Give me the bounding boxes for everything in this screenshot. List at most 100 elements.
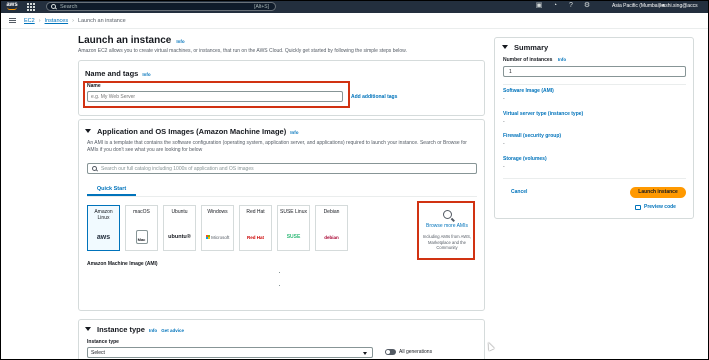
macos-logo-icon: Mac — [130, 229, 153, 245]
software-image-value: - — [503, 96, 505, 102]
loading-dot — [279, 285, 280, 286]
get-advice-link[interactable]: Get advice — [161, 328, 184, 333]
chevron-right-icon: › — [38, 17, 41, 24]
account-menu[interactable]: kashi.sing@accs — [660, 3, 698, 9]
bell-icon[interactable]: ◔ — [551, 2, 559, 10]
caret-down-icon — [85, 327, 91, 331]
instance-type-info-link[interactable]: Info — [149, 328, 157, 333]
ami-search-placeholder: Search our full catalog including 1000s … — [101, 165, 254, 172]
highlight-box-name — [83, 81, 350, 108]
virtual-server-type-link[interactable]: Virtual server type (instance type) — [503, 111, 583, 117]
all-generations-label: All generations — [399, 349, 433, 355]
summary-panel: Summary Number of instances Info 1 Softw… — [494, 37, 694, 219]
preview-code-link[interactable]: Preview code — [635, 204, 676, 210]
os-tile-label: Debian — [323, 209, 340, 215]
breadcrumb: EC2 › Instances › Launch an instance — [24, 18, 126, 24]
aws-logo[interactable]: aws — [4, 2, 20, 10]
os-tile-label: macOS — [133, 209, 150, 215]
preview-code-label: Preview code — [644, 204, 676, 210]
os-tile-macos[interactable]: macOS Mac — [125, 205, 158, 251]
suse-logo-icon: SUSE — [286, 234, 301, 240]
top-navigation-bar: aws Search [Alt+S] ▣ ◔ ? ⚙ Asia Pacific … — [0, 0, 709, 13]
os-tile-label: SUSE Linux — [280, 209, 307, 215]
os-tile-amazon-linux[interactable]: Amazon Linux aws — [87, 205, 120, 251]
breadcrumb-current: Launch an instance — [77, 17, 126, 24]
ami-label: Amazon Machine Image (AMI) — [87, 261, 158, 267]
page-title-text: Launch an instance — [78, 35, 172, 46]
breadcrumb-instances[interactable]: Instances — [45, 18, 69, 24]
instance-type-panel: Instance type Info Get advice Instance t… — [78, 319, 485, 360]
caret-down-icon — [502, 45, 508, 49]
name-and-tags-title: Name and tags — [85, 69, 139, 78]
debian-logo-icon: debian — [324, 234, 339, 240]
gear-icon[interactable]: ⚙ — [583, 2, 591, 10]
aws-smile-icon — [7, 7, 17, 10]
code-preview-icon — [635, 204, 641, 210]
tab-divider — [87, 196, 477, 197]
os-tile-red-hat[interactable]: Red Hat Red Hat — [239, 205, 272, 251]
all-generations-toggle[interactable] — [385, 349, 396, 355]
search-icon — [51, 4, 56, 9]
menu-icon[interactable] — [9, 18, 16, 23]
chevron-down-icon — [363, 352, 367, 355]
ami-description: An AMI is a template that contains the s… — [87, 140, 467, 153]
os-tile-label: Amazon Linux — [94, 209, 113, 221]
chevron-right-icon: › — [72, 17, 74, 24]
summary-divider — [503, 84, 686, 85]
os-tile-suse-linux[interactable]: SUSE Linux SUSE — [277, 205, 310, 251]
terminal-icon[interactable]: ▣ — [535, 2, 543, 10]
page-description: Amazon EC2 allows you to create virtual … — [78, 48, 407, 54]
nav-icon-group: ▣ ◔ ? ⚙ — [535, 2, 591, 10]
storage-value: - — [503, 164, 505, 170]
number-of-instances-label: Number of instances Info — [503, 57, 567, 63]
help-icon[interactable]: ? — [567, 2, 575, 10]
ubuntu-logo-icon: ubuntu® — [168, 234, 191, 240]
loading-dot — [279, 272, 280, 273]
summary-header[interactable]: Summary — [502, 43, 548, 52]
breadcrumb-bar: EC2 › Instances › Launch an instance — [0, 13, 709, 29]
os-tile-label: Red Hat — [246, 209, 265, 215]
region-selector[interactable]: Asia Pacific (Mumbai) ▾ — [612, 3, 664, 9]
caret-down-icon — [85, 129, 91, 133]
tab-quick-start[interactable]: Quick Start — [87, 184, 136, 196]
virtual-server-type-value: - — [503, 119, 505, 125]
number-of-instances-info-link[interactable]: Info — [558, 57, 566, 62]
ami-info-link[interactable]: Info — [290, 130, 298, 135]
red-hat-logo-icon: Red Hat — [246, 234, 264, 240]
microsoft-logo-icon: Microsoft — [205, 229, 229, 245]
cancel-button[interactable]: Cancel — [511, 189, 527, 195]
summary-divider — [503, 178, 686, 179]
highlight-box-browse — [417, 201, 475, 260]
os-tile-windows[interactable]: Windows Microsoft — [201, 205, 234, 251]
os-tile-label: Windows — [207, 209, 228, 215]
search-placeholder: Search — [60, 3, 78, 10]
ami-header[interactable]: Application and OS Images (Amazon Machin… — [85, 127, 298, 136]
summary-title: Summary — [514, 43, 549, 52]
instance-type-select[interactable]: Select — [87, 347, 373, 358]
instance-type-label: Instance type — [87, 339, 119, 345]
page-info-link[interactable]: Info — [176, 39, 184, 44]
search-icon — [92, 166, 97, 171]
add-additional-tags-link[interactable]: Add additional tags — [351, 94, 397, 100]
firewall-value: - — [503, 141, 505, 147]
search-shortcut: [Alt+S] — [254, 3, 269, 10]
global-search-input[interactable]: Search [Alt+S] — [46, 2, 276, 11]
os-tile-ubuntu[interactable]: Ubuntu ubuntu® — [163, 205, 196, 251]
ami-search-input[interactable]: Search our full catalog including 1000s … — [87, 163, 477, 174]
os-tile-debian[interactable]: Debian debian — [315, 205, 348, 251]
ami-title: Application and OS Images (Amazon Machin… — [97, 127, 287, 136]
launch-instance-button[interactable]: Launch instance — [630, 187, 686, 198]
software-image-link[interactable]: Software Image (AMI) — [503, 88, 554, 94]
instance-type-title: Instance type — [97, 325, 145, 334]
name-and-tags-header: Name and tags Info — [85, 69, 151, 78]
name-and-tags-info-link[interactable]: Info — [142, 72, 150, 77]
amazon-linux-logo-icon: aws — [96, 233, 111, 241]
instance-type-header[interactable]: Instance type Info Get advice — [85, 325, 184, 334]
number-of-instances-input[interactable]: 1 — [503, 66, 686, 77]
services-grid-icon[interactable] — [27, 2, 36, 11]
page-title: Launch an instance Info — [78, 35, 185, 46]
storage-link[interactable]: Storage (volumes) — [503, 156, 547, 162]
os-tile-label: Ubuntu — [171, 209, 188, 215]
firewall-link[interactable]: Firewall (security group) — [503, 133, 561, 139]
breadcrumb-ec2[interactable]: EC2 — [24, 18, 35, 24]
